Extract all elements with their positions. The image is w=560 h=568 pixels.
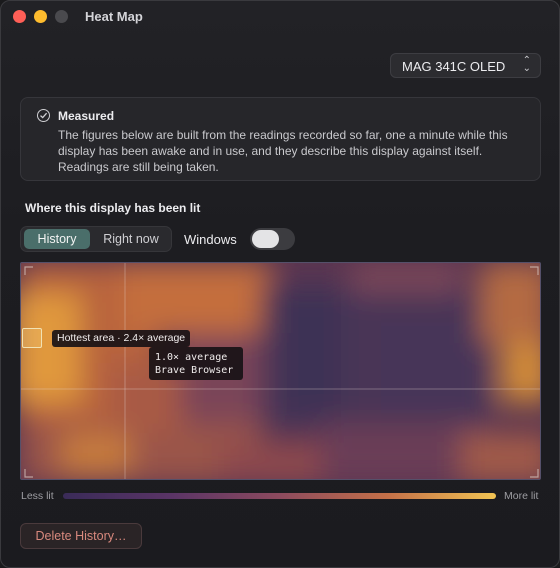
measured-notice: Measured The figures below are built fro…	[20, 97, 541, 181]
view-mode-segmented-control: History Right now	[20, 226, 172, 252]
hottest-area-marker	[22, 328, 42, 348]
windows-toggle[interactable]	[250, 228, 295, 250]
toggle-knob	[252, 230, 279, 248]
display-select[interactable]: MAG 341C OLED ⌃ ⌄	[390, 53, 541, 78]
notice-body: The figures below are built from the rea…	[58, 128, 508, 174]
section-heading: Where this display has been lit	[25, 201, 201, 215]
zoom-window-button[interactable]	[55, 10, 68, 23]
up-down-chevron-icon: ⌃ ⌄	[522, 55, 531, 74]
cursor-readout: 1.0× average Brave Browser	[149, 347, 243, 380]
title-bar: Heat Map	[1, 1, 559, 35]
checkmark-circle-icon	[37, 109, 50, 122]
heatmap-graphic	[21, 263, 540, 479]
minimize-window-button[interactable]	[34, 10, 47, 23]
close-window-button[interactable]	[13, 10, 26, 23]
heatmap-canvas[interactable]	[20, 262, 541, 480]
windows-toggle-label: Windows	[184, 232, 237, 247]
tab-history[interactable]: History	[24, 229, 90, 249]
heat-map-window: Heat Map MAG 341C OLED ⌃ ⌄ Measured The f…	[0, 0, 560, 568]
legend-more-label: More lit	[504, 490, 539, 502]
legend-less-label: Less lit	[21, 490, 54, 502]
display-select-value: MAG 341C OLED	[402, 59, 506, 74]
window-title: Heat Map	[85, 9, 143, 24]
delete-history-button[interactable]: Delete History…	[20, 523, 142, 549]
heat-legend-gradient	[63, 493, 496, 499]
notice-title: Measured	[58, 109, 115, 123]
cursor-app-name: Brave Browser	[155, 365, 234, 376]
hottest-area-label: Hottest area · 2.4× average	[52, 330, 191, 347]
tab-right-now[interactable]: Right now	[93, 229, 169, 249]
cursor-average-value: 1.0× average	[155, 352, 228, 363]
